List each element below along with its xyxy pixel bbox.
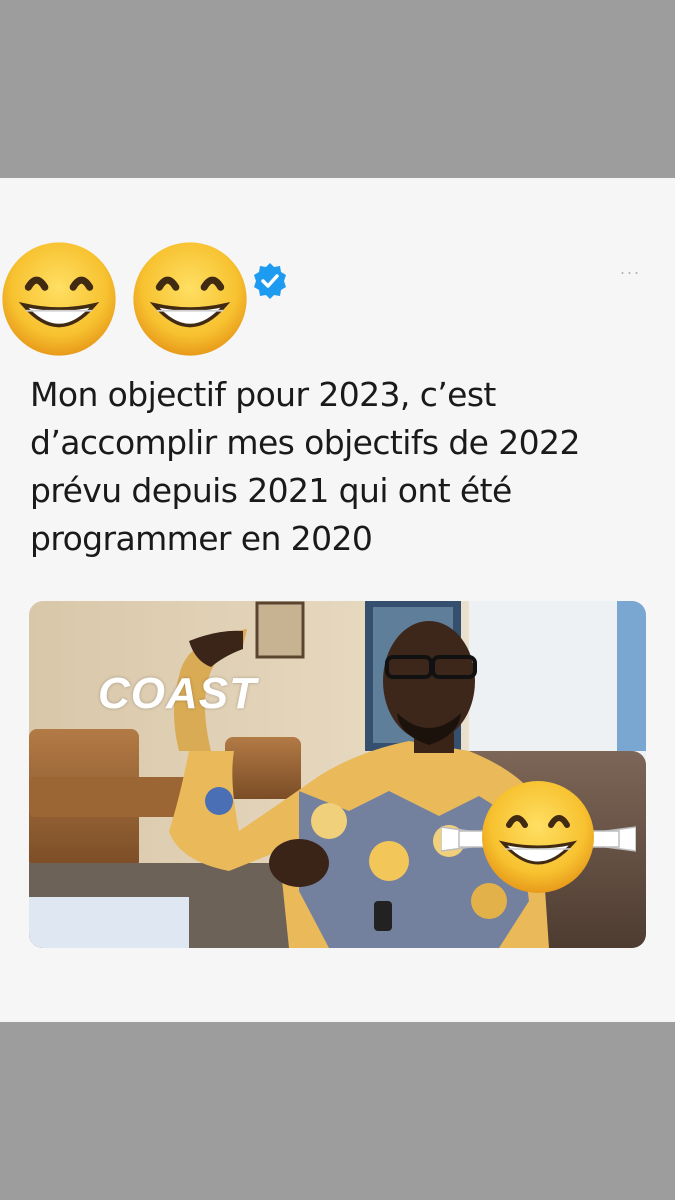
grinning-squinting-face-icon (441, 779, 636, 899)
verified-badge-icon (250, 261, 290, 301)
grinning-squinting-face-icon (0, 240, 118, 358)
tweet-card[interactable]: ··· Mon objectif pour 2023, c’est d’acco… (0, 178, 675, 1022)
tweet-text: Mon objectif pour 2023, c’est d’accompli… (30, 375, 580, 558)
media-watermark: COAST (98, 669, 257, 718)
top-gray-band (0, 0, 675, 178)
bottom-gray-band (0, 1022, 675, 1200)
tweet-media-image[interactable]: COAST (29, 601, 646, 948)
grinning-squinting-face-icon (131, 240, 249, 358)
ellipsis-icon[interactable]: ··· (614, 262, 646, 282)
tweet-header: ··· (0, 240, 675, 360)
